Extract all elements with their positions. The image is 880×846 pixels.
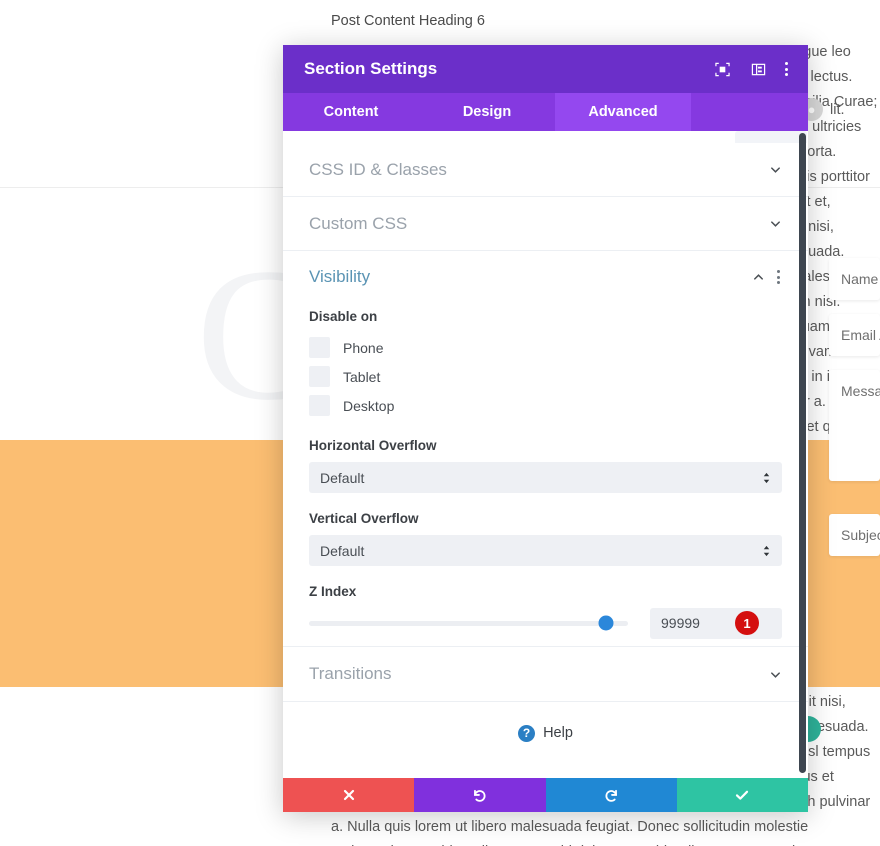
z-index-input[interactable]: 99999: [650, 607, 782, 639]
help-icon: ?: [518, 724, 536, 742]
accordion-label-visibility: Visibility: [309, 267, 371, 286]
checkbox-label-desktop: Desktop: [343, 397, 395, 414]
accordion-label-css-id-classes: CSS ID & Classes: [309, 159, 447, 179]
z-index-label: Z Index: [309, 584, 357, 599]
help-row[interactable]: ? Help: [283, 702, 808, 764]
checkbox-label-phone: Phone: [343, 339, 384, 356]
checkbox-desktop[interactable]: [309, 395, 330, 416]
select-stepper-icon: [762, 545, 771, 557]
form-field-email[interactable]: Email Address: [829, 314, 880, 356]
accordion-custom-css[interactable]: Custom CSS: [283, 197, 808, 251]
scrolled-partial-row: [735, 131, 807, 143]
cancel-button[interactable]: [283, 778, 415, 812]
section-visibility: Visibility Disable on Phone Tablet Deskt…: [283, 251, 808, 647]
disable-on-label: Disable on: [309, 309, 378, 324]
vertical-overflow-value: Default: [320, 542, 365, 559]
modal-scroll-wrapper: CSS ID & Classes Custom CSS Visibility D…: [283, 131, 808, 778]
accordion-label-transitions: Transitions: [309, 664, 392, 683]
page-title: Section Settings: [304, 59, 438, 78]
chevron-down-icon: [768, 217, 782, 231]
z-index-field: Z Index 99999 1: [283, 584, 808, 639]
contact-form: Name Email Address Message Subject: [829, 258, 880, 570]
checkbox-tablet[interactable]: [309, 366, 330, 387]
focus-target-icon[interactable]: [713, 60, 731, 78]
z-index-input-wrap: 99999 1: [650, 607, 782, 639]
panel-layout-icon[interactable]: [749, 60, 767, 78]
visibility-options-icon[interactable]: [777, 268, 782, 286]
accordion-transitions[interactable]: Transitions: [283, 647, 808, 702]
modal-scroll-area: CSS ID & Classes Custom CSS Visibility D…: [283, 131, 808, 778]
disable-on-field: Disable on Phone Tablet Desktop: [283, 309, 808, 420]
horizontal-overflow-value: Default: [320, 469, 365, 486]
vertical-overflow-label: Vertical Overflow: [309, 511, 419, 526]
chevron-up-icon[interactable]: [751, 270, 765, 284]
checkbox-row-tablet[interactable]: Tablet: [309, 362, 782, 391]
chevron-down-icon: [768, 667, 782, 681]
z-index-slider-handle[interactable]: [598, 615, 614, 631]
checkbox-label-tablet: Tablet: [343, 368, 381, 385]
z-index-slider[interactable]: [309, 615, 628, 631]
post-content-heading: Post Content Heading 6: [331, 13, 485, 29]
status-badge: 1: [735, 611, 759, 635]
accordion-visibility-header[interactable]: Visibility: [283, 251, 808, 303]
tab-content[interactable]: Content: [283, 93, 419, 131]
tab-design[interactable]: Design: [419, 93, 555, 131]
modal-scrollbar[interactable]: [799, 133, 806, 773]
z-index-slider-row: 99999 1: [309, 607, 782, 639]
modal-action-bar: [283, 778, 808, 812]
accordion-css-id-classes[interactable]: CSS ID & Classes: [283, 143, 808, 197]
form-field-name[interactable]: Name: [829, 258, 880, 300]
section-settings-modal: Section Settings Content Design Advanced…: [283, 45, 808, 812]
vertical-overflow-select[interactable]: Default: [309, 535, 782, 566]
vertical-overflow-field: Vertical Overflow Default: [283, 511, 808, 566]
accordion-label-custom-css: Custom CSS: [309, 213, 408, 233]
undo-button[interactable]: [414, 778, 546, 812]
tab-advanced[interactable]: Advanced: [555, 93, 691, 131]
more-options-icon[interactable]: [785, 60, 790, 78]
chevron-down-icon: [768, 163, 782, 177]
checkbox-row-desktop[interactable]: Desktop: [309, 391, 782, 420]
form-field-subject[interactable]: Subject: [829, 514, 880, 556]
modal-tab-bar: Content Design Advanced: [283, 93, 808, 131]
save-button[interactable]: [676, 778, 808, 812]
horizontal-overflow-field: Horizontal Overflow Default: [283, 438, 808, 493]
checkbox-phone[interactable]: [309, 337, 330, 358]
modal-titlebar: Section Settings: [283, 45, 808, 93]
avatar-caption: lit.: [830, 102, 845, 118]
help-label: Help: [543, 725, 573, 741]
checkbox-row-phone[interactable]: Phone: [309, 333, 782, 362]
select-stepper-icon: [762, 472, 771, 484]
titlebar-icon-group: [713, 60, 790, 78]
form-field-message[interactable]: Message: [829, 370, 880, 481]
horizontal-overflow-select[interactable]: Default: [309, 462, 782, 493]
horizontal-overflow-label: Horizontal Overflow: [309, 438, 437, 453]
redo-button[interactable]: [545, 778, 677, 812]
